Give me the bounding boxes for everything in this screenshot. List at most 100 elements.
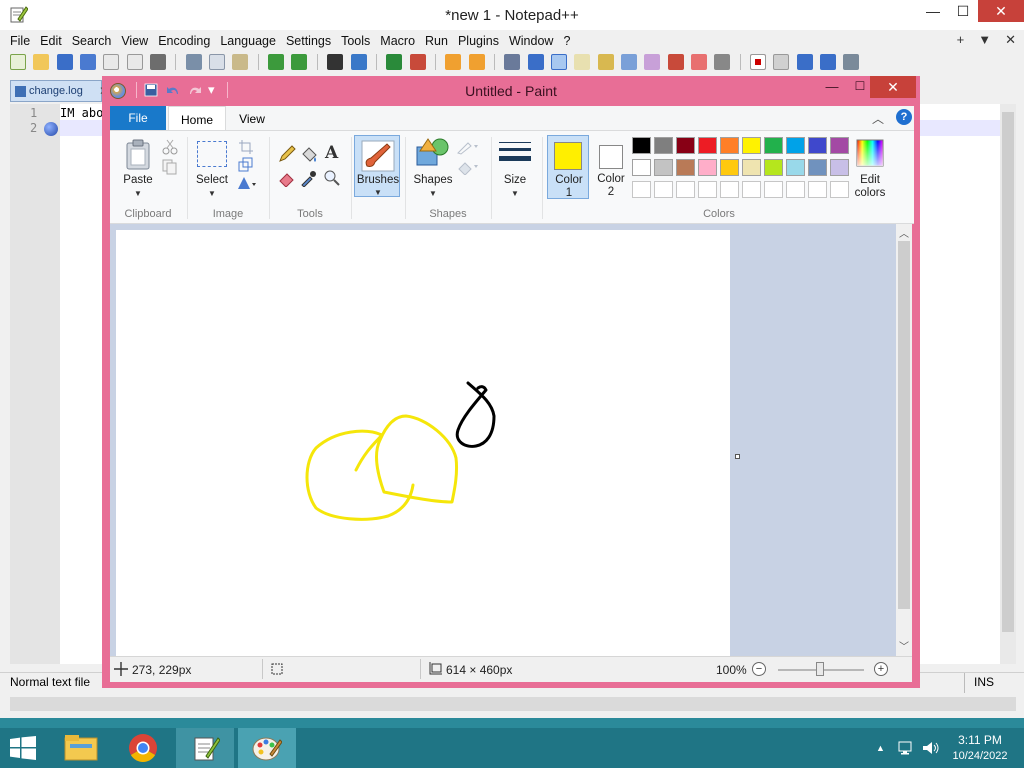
size-label[interactable]: Size bbox=[493, 174, 537, 186]
color2-button[interactable]: Color 2 bbox=[591, 135, 631, 199]
palette-swatch[interactable] bbox=[676, 159, 695, 176]
palette-swatch[interactable] bbox=[654, 137, 673, 154]
zoom-slider-thumb[interactable] bbox=[816, 662, 824, 676]
play-macro-icon[interactable] bbox=[796, 54, 813, 70]
resize-icon[interactable] bbox=[238, 157, 254, 173]
npp-horizontal-scrollbar[interactable] bbox=[10, 697, 1016, 711]
npp-menu-language[interactable]: Language bbox=[215, 32, 281, 50]
custom-color-slot[interactable] bbox=[830, 181, 849, 198]
color-picker-icon[interactable] bbox=[300, 169, 318, 187]
run-macro-multiple-icon[interactable] bbox=[820, 54, 837, 70]
custom-color-slot[interactable] bbox=[764, 181, 783, 198]
size-dropdown-icon[interactable]: ▼ bbox=[493, 189, 537, 198]
palette-swatch[interactable] bbox=[698, 159, 717, 176]
shapes-dropdown-icon[interactable]: ▼ bbox=[410, 189, 456, 198]
word-wrap-icon[interactable] bbox=[504, 54, 521, 70]
custom-color-slot[interactable] bbox=[654, 181, 673, 198]
palette-swatch[interactable] bbox=[654, 159, 673, 176]
doc-list-icon[interactable] bbox=[620, 54, 637, 70]
size-icon[interactable] bbox=[499, 142, 531, 143]
print-icon[interactable] bbox=[150, 54, 167, 70]
palette-swatch[interactable] bbox=[698, 137, 717, 154]
scroll-down-icon[interactable]: ﹀ bbox=[899, 638, 909, 653]
magnifier-icon[interactable] bbox=[323, 169, 341, 187]
volume-icon[interactable] bbox=[922, 740, 940, 756]
taskbar-chrome[interactable] bbox=[114, 728, 172, 768]
zoom-in-button[interactable]: + bbox=[874, 662, 888, 676]
canvas-resize-handle[interactable] bbox=[735, 454, 740, 459]
paste-icon[interactable] bbox=[232, 54, 249, 70]
palette-swatch[interactable] bbox=[808, 159, 827, 176]
color1-button[interactable]: Color 1 bbox=[547, 135, 589, 199]
npp-menu-encoding[interactable]: Encoding bbox=[153, 32, 215, 50]
collapse-ribbon-icon[interactable]: ︿ bbox=[872, 110, 884, 127]
paint-close-button[interactable]: ✕ bbox=[870, 76, 916, 98]
palette-swatch[interactable] bbox=[808, 137, 827, 154]
text-icon[interactable]: A bbox=[325, 143, 338, 163]
shapes-icon[interactable] bbox=[416, 137, 450, 167]
npp-menu-edit[interactable]: Edit bbox=[35, 32, 67, 50]
npp-minimize-button[interactable]: — bbox=[918, 0, 948, 22]
edit-colors-label-1[interactable]: Edit bbox=[850, 174, 890, 186]
doc-map-icon[interactable] bbox=[597, 54, 614, 70]
paste-label[interactable]: Paste bbox=[116, 174, 160, 186]
tab-change-log[interactable]: change.log ✕ bbox=[10, 80, 109, 102]
paint-scroll-thumb[interactable] bbox=[898, 241, 910, 609]
edit-colors-icon[interactable] bbox=[856, 139, 884, 167]
custom-color-slot[interactable] bbox=[720, 181, 739, 198]
npp-close-tab-button[interactable]: ✕ bbox=[1005, 32, 1016, 47]
custom-color-slot[interactable] bbox=[676, 181, 695, 198]
npp-menu-macro[interactable]: Macro bbox=[375, 32, 420, 50]
npp-close-button[interactable]: ✕ bbox=[978, 0, 1024, 22]
palette-swatch[interactable] bbox=[786, 159, 805, 176]
tab-view[interactable]: View bbox=[230, 106, 274, 130]
npp-new-tab-button[interactable]: + bbox=[957, 32, 965, 47]
palette-swatch[interactable] bbox=[720, 137, 739, 154]
npp-menu-view[interactable]: View bbox=[116, 32, 153, 50]
eraser-icon[interactable] bbox=[278, 169, 296, 187]
taskbar-paint[interactable] bbox=[238, 728, 296, 768]
custom-color-slot[interactable] bbox=[742, 181, 761, 198]
npp-titlebar[interactable]: *new 1 - Notepad++ — ☐ ✕ bbox=[0, 0, 1024, 30]
palette-swatch[interactable] bbox=[764, 159, 783, 176]
close-file-icon[interactable] bbox=[103, 54, 120, 70]
clock-date[interactable]: 10/24/2022 bbox=[948, 750, 1012, 762]
sync-horizontal-icon[interactable] bbox=[468, 54, 485, 70]
replace-icon[interactable] bbox=[350, 54, 367, 70]
select-dropdown-icon[interactable]: ▼ bbox=[190, 189, 234, 198]
npp-menu-run[interactable]: Run bbox=[420, 32, 453, 50]
npp-menu-plugins[interactable]: Plugins bbox=[453, 32, 504, 50]
palette-swatch[interactable] bbox=[742, 137, 761, 154]
sync-vertical-icon[interactable] bbox=[445, 54, 462, 70]
fill-icon[interactable] bbox=[300, 145, 318, 163]
select-icon[interactable] bbox=[197, 141, 227, 167]
npp-menu-window[interactable]: Window bbox=[504, 32, 558, 50]
taskbar-notepadpp[interactable] bbox=[176, 728, 234, 768]
new-file-icon[interactable] bbox=[10, 54, 26, 70]
palette-swatch[interactable] bbox=[676, 137, 695, 154]
copy-icon[interactable] bbox=[209, 54, 226, 70]
open-file-icon[interactable] bbox=[33, 54, 50, 70]
show-all-chars-icon[interactable] bbox=[527, 54, 544, 70]
palette-swatch[interactable] bbox=[632, 159, 651, 176]
edit-colors-label-2[interactable]: colors bbox=[850, 187, 890, 199]
pencil-icon[interactable] bbox=[278, 145, 296, 163]
zoom-in-icon[interactable] bbox=[386, 54, 403, 70]
npp-menu-search[interactable]: Search bbox=[67, 32, 117, 50]
clock-time[interactable]: 3:11 PM bbox=[948, 733, 1012, 747]
custom-color-slot[interactable] bbox=[698, 181, 717, 198]
cut-icon[interactable] bbox=[185, 54, 202, 70]
palette-swatch[interactable] bbox=[764, 137, 783, 154]
taskbar-file-explorer[interactable] bbox=[52, 728, 110, 768]
record-macro-icon[interactable] bbox=[750, 54, 767, 70]
palette-swatch[interactable] bbox=[632, 137, 651, 154]
shapes-label[interactable]: Shapes bbox=[410, 174, 456, 186]
start-button-icon[interactable] bbox=[10, 736, 36, 760]
custom-color-slot[interactable] bbox=[808, 181, 827, 198]
function-list-icon[interactable] bbox=[644, 54, 661, 70]
brushes-button[interactable]: Brushes ▼ bbox=[354, 135, 400, 197]
palette-swatch[interactable] bbox=[720, 159, 739, 176]
palette-swatch[interactable] bbox=[830, 137, 849, 154]
undo-icon[interactable] bbox=[268, 54, 285, 70]
npp-menu-tools[interactable]: Tools bbox=[336, 32, 375, 50]
